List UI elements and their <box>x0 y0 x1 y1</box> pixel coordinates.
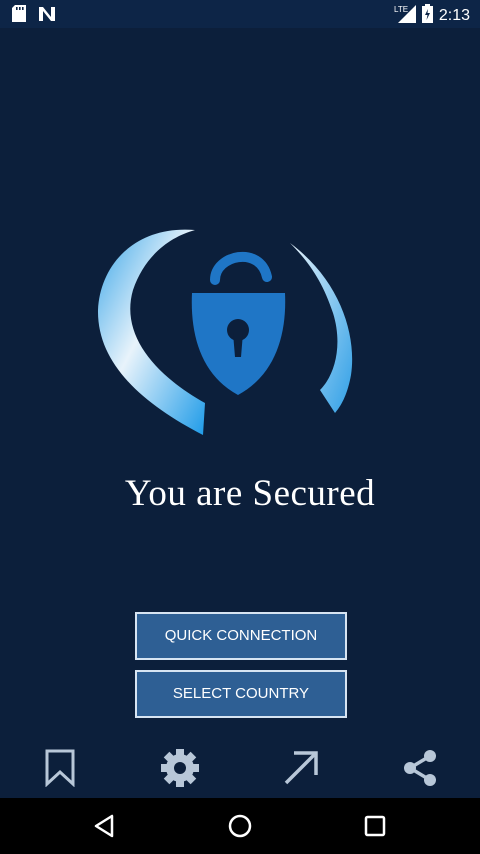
bookmark-icon[interactable] <box>38 746 82 790</box>
gear-icon[interactable] <box>158 746 202 790</box>
lte-signal-icon: LTE <box>394 3 416 28</box>
select-country-button[interactable]: SELECT COUNTRY <box>135 670 347 718</box>
action-bar <box>0 740 480 798</box>
home-icon[interactable] <box>224 810 256 842</box>
status-bar: LTE 2:13 <box>0 0 480 28</box>
status-time: 2:13 <box>438 6 470 24</box>
lock-shield-icon <box>95 225 365 440</box>
share-icon[interactable] <box>398 746 442 790</box>
quick-connection-button[interactable]: QUICK CONNECTION <box>135 612 347 660</box>
status-left <box>12 5 56 27</box>
system-nav-bar <box>0 798 480 854</box>
arrow-up-right-icon[interactable] <box>279 746 323 790</box>
sd-card-icon <box>12 5 26 27</box>
n-notification-icon <box>38 6 56 27</box>
battery-icon <box>421 3 433 28</box>
status-right: LTE 2:13 <box>394 3 470 28</box>
status-headline: You are Secured <box>124 473 376 514</box>
svg-text:LTE: LTE <box>394 5 408 14</box>
recents-icon[interactable] <box>359 810 391 842</box>
back-icon[interactable] <box>88 810 120 842</box>
app-screen: LTE 2:13 You are Secured QUICK CONNECTIO… <box>0 0 480 854</box>
